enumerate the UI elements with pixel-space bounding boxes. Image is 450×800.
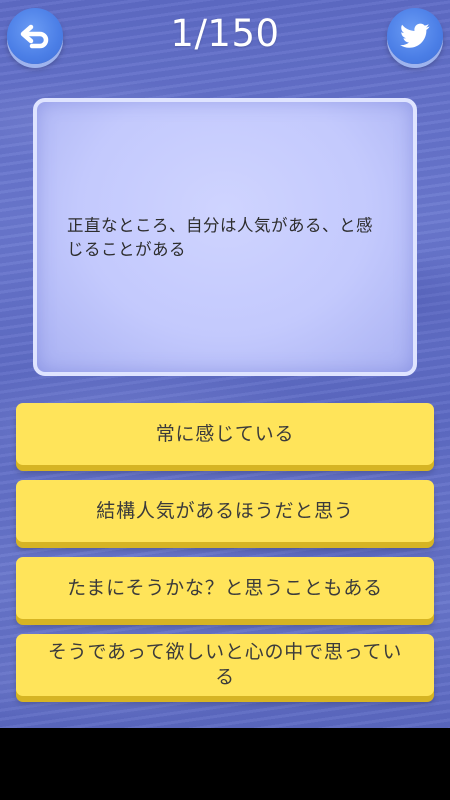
answer-button-4[interactable]: そうであって欲しいと心の中で思っている (16, 634, 434, 696)
question-counter: 1/150 (170, 12, 280, 55)
answer-button-3[interactable]: たまにそうかな？と思うこともある (16, 557, 434, 619)
question-text: 正直なところ、自分は人気がある、と感じることがある (67, 216, 373, 259)
answer-button-1[interactable]: 常に感じている (16, 403, 434, 465)
twitter-bird-icon (400, 23, 430, 49)
question-card: 正直なところ、自分は人気がある、と感じることがある (33, 98, 417, 376)
twitter-share-button[interactable] (387, 8, 443, 64)
bottom-black-bar (0, 728, 450, 800)
answer-button-2[interactable]: 結構人気があるほうだと思う (16, 480, 434, 542)
quiz-screen: 1/150 正直なところ、自分は人気がある、と感じることがある 常に感じている … (0, 0, 450, 728)
